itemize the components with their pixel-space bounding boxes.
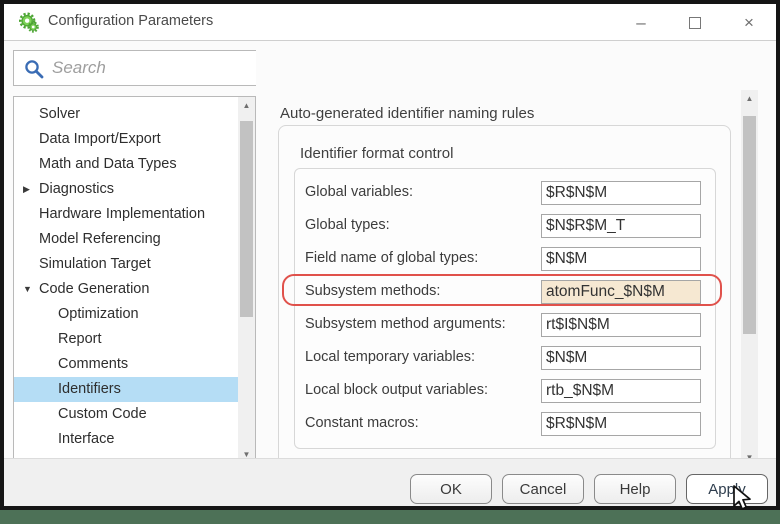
sidebar-item-label: Custom Code (58, 406, 147, 422)
sidebar-item-code-generation[interactable]: ▼ Code Generation (14, 277, 239, 302)
configuration-parameters-dialog: Configuration Parameters – × Solver Data … (4, 4, 776, 506)
sidebar-item-label: Interface (58, 431, 115, 447)
param-row-constant-macros: Constant macros: (295, 412, 717, 436)
param-row-global-types: Global types: (295, 214, 717, 238)
param-row-local-block-output-variables: Local block output variables: (295, 379, 717, 403)
chevron-down-icon[interactable]: ▼ (23, 277, 32, 302)
sidebar-scrollbar[interactable]: ▲ ▼ (238, 97, 255, 463)
param-row-field-name-of-global-types: Field name of global types: (295, 247, 717, 271)
sidebar-item-comments[interactable]: Comments (14, 352, 239, 377)
param-row-local-temporary-variables: Local temporary variables: (295, 346, 717, 370)
sidebar-scrollbar-thumb[interactable] (240, 121, 253, 317)
sidebar-item-label: Hardware Implementation (39, 206, 206, 222)
maximize-button[interactable] (668, 4, 722, 41)
param-label: Field name of global types: (305, 250, 479, 266)
cancel-button[interactable]: Cancel (502, 474, 584, 504)
category-tree-panel: Solver Data Import/Export Math and Data Ty… (13, 96, 256, 464)
help-button[interactable]: Help (594, 474, 676, 504)
param-input-constant-macros[interactable] (541, 412, 701, 436)
sidebar-item-hardware-implementation[interactable]: Hardware Implementation (14, 202, 239, 227)
param-input-field-name-of-global-types[interactable] (541, 247, 701, 271)
settings-pane: Auto-generated identifier naming rules I… (256, 46, 741, 458)
param-label: Subsystem methods: (305, 283, 441, 299)
sidebar-item-label: Simulation Target (39, 256, 151, 272)
sidebar-item-label: Report (58, 331, 102, 347)
sidebar-item-optimization[interactable]: Optimization (14, 302, 239, 327)
sidebar-item-label: Model Referencing (39, 231, 161, 247)
close-button[interactable]: × (722, 4, 776, 41)
sidebar-item-diagnostics[interactable]: ▶ Diagnostics (14, 177, 239, 202)
param-row-subsystem-method-arguments: Subsystem method arguments: (295, 313, 717, 337)
desktop-background (0, 510, 780, 524)
screen: Configuration Parameters – × Solver Data … (0, 0, 780, 524)
identifier-format-group: Global variables: Global types: Field name… (294, 168, 716, 449)
category-tree: Solver Data Import/Export Math and Data Ty… (14, 102, 239, 452)
param-input-local-block-output-variables[interactable] (541, 379, 701, 403)
sidebar-item-custom-code[interactable]: Custom Code (14, 402, 239, 427)
param-label: Constant macros: (305, 415, 419, 431)
param-label: Local temporary variables: (305, 349, 476, 365)
group-title: Identifier format control (300, 145, 454, 162)
sidebar-item-data-import-export[interactable]: Data Import/Export (14, 127, 239, 152)
sidebar-item-label: Optimization (58, 306, 139, 322)
sidebar-item-solver[interactable]: Solver (14, 102, 239, 127)
scroll-up-icon[interactable]: ▲ (741, 90, 758, 107)
main-scrollbar-thumb[interactable] (743, 116, 756, 334)
sidebar-item-report[interactable]: Report (14, 327, 239, 352)
param-label: Local block output variables: (305, 382, 488, 398)
sidebar-item-label: Math and Data Types (39, 156, 177, 172)
sidebar-item-math-and-data-types[interactable]: Math and Data Types (14, 152, 239, 177)
sidebar-item-label: Solver (39, 106, 81, 122)
sidebar-item-interface[interactable]: Interface (14, 427, 239, 452)
search-icon (25, 60, 44, 79)
ok-button[interactable]: OK (410, 474, 492, 504)
sidebar-item-label: Code Generation (39, 281, 150, 297)
window-title: Configuration Parameters (48, 13, 214, 29)
chevron-right-icon[interactable]: ▶ (23, 177, 30, 202)
main-scrollbar[interactable]: ▲ ▼ (741, 90, 758, 466)
gears-icon (19, 12, 39, 33)
title-bar[interactable]: Configuration Parameters – × (4, 4, 776, 41)
scroll-up-icon[interactable]: ▲ (238, 97, 255, 114)
param-row-global-variables: Global variables: (295, 181, 717, 205)
param-input-subsystem-method-arguments[interactable] (541, 313, 701, 337)
dialog-footer: OK Cancel Help Apply (4, 458, 776, 506)
param-label: Global types: (305, 217, 390, 233)
sidebar-item-label: Diagnostics (39, 181, 114, 197)
param-input-local-temporary-variables[interactable] (541, 346, 701, 370)
maximize-icon (689, 16, 701, 29)
param-label: Subsystem method arguments: (305, 316, 506, 332)
sidebar-item-label: Comments (58, 356, 129, 372)
parameter-fields: Global variables: Global types: Field name… (295, 181, 717, 445)
param-label: Global variables: (305, 184, 413, 200)
apply-button[interactable]: Apply (686, 474, 768, 504)
param-input-global-types[interactable] (541, 214, 701, 238)
sidebar-item-model-referencing[interactable]: Model Referencing (14, 227, 239, 252)
sidebar-item-label: Data Import/Export (39, 131, 161, 147)
minimize-button[interactable]: – (614, 4, 668, 41)
param-input-global-variables[interactable] (541, 181, 701, 205)
sidebar-item-identifiers[interactable]: Identifiers (14, 377, 239, 402)
sidebar-item-label: Identifiers (58, 381, 121, 397)
param-input-subsystem-methods[interactable] (541, 280, 701, 304)
sidebar-item-simulation-target[interactable]: Simulation Target (14, 252, 239, 277)
param-row-subsystem-methods: Subsystem methods: (295, 280, 717, 304)
pane-heading: Auto-generated identifier naming rules (280, 105, 535, 122)
